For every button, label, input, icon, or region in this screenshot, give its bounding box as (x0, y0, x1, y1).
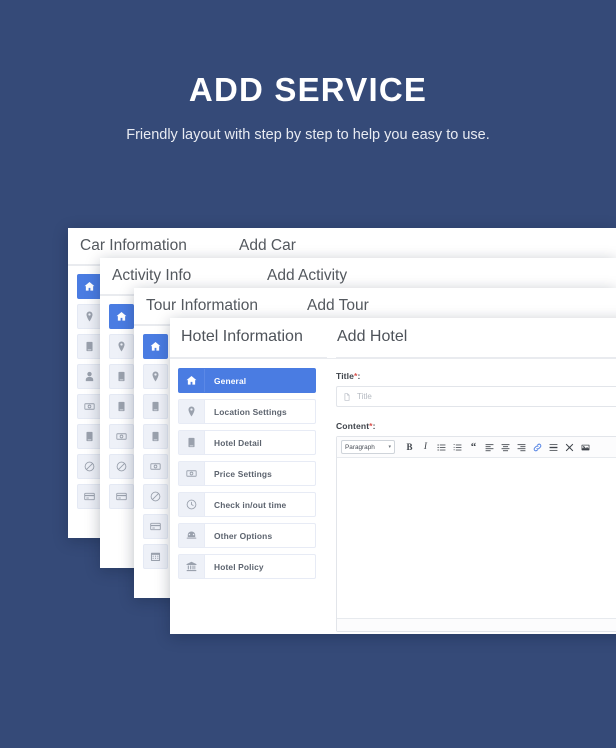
rail-item-book-icon-2[interactable] (143, 424, 168, 449)
rail-item-credit-card-icon[interactable] (109, 484, 134, 509)
italic-button[interactable]: I (420, 441, 431, 453)
chevron-down-icon: ▾ (388, 444, 391, 450)
card-activity-add-title: Add Activity (267, 267, 347, 285)
rail-item-ban-icon[interactable] (109, 454, 134, 479)
hotel-form: Title*: Title Content*: Paragraph ▾ B I (322, 359, 616, 632)
rail-item-home-icon[interactable] (143, 334, 168, 359)
page-title: ADD SERVICE (0, 0, 616, 108)
content-label-text: Content (336, 421, 369, 431)
sidebar-item-label: Hotel Detail (205, 431, 315, 454)
sidebar-item-price-settings[interactable]: Price Settings (178, 461, 316, 486)
rail-item-money-icon[interactable] (109, 424, 134, 449)
activity-icon-rail[interactable] (100, 296, 134, 517)
card-hotel-header: Hotel Information Add Hotel (170, 318, 616, 359)
title-input[interactable]: Title (336, 386, 616, 407)
editor-toolbar[interactable]: Paragraph ▾ B I “ (337, 437, 616, 458)
rail-item-calendar-icon[interactable] (143, 544, 168, 569)
book-icon (179, 431, 205, 454)
sidebar-item-hotel-detail[interactable]: Hotel Detail (178, 430, 316, 455)
card-tour-info-title: Tour Information (146, 297, 258, 315)
sidebar-item-label: Price Settings (205, 462, 315, 485)
sidebar-item-label: Location Settings (205, 400, 315, 423)
rail-item-book-icon[interactable] (109, 364, 134, 389)
bold-button[interactable]: B (404, 441, 415, 453)
bank-icon (179, 555, 205, 578)
divider-left (170, 357, 327, 358)
page-subtitle: Friendly layout with step by step to hel… (0, 108, 616, 146)
align-left-button[interactable] (484, 441, 495, 453)
title-input-placeholder: Title (357, 392, 372, 401)
align-center-button[interactable] (500, 441, 511, 453)
ordered-list-button[interactable] (452, 441, 463, 453)
sidebar-item-label: Check in/out time (205, 493, 315, 516)
card-activity-info-title: Activity Info (112, 267, 191, 285)
content-editor[interactable]: Paragraph ▾ B I “ (336, 436, 616, 632)
car-icon-rail[interactable] (68, 266, 102, 517)
card-hotel-add-title: Add Hotel (337, 328, 407, 346)
rail-item-book-icon-2[interactable] (109, 394, 134, 419)
rail-item-money-icon[interactable] (143, 454, 168, 479)
link-button[interactable] (532, 441, 543, 453)
home-icon (179, 369, 205, 392)
rail-item-book-icon[interactable] (143, 394, 168, 419)
format-select[interactable]: Paragraph ▾ (341, 440, 395, 454)
sidebar-item-hotel-policy[interactable]: Hotel Policy (178, 554, 316, 579)
sidebar-item-label: General (205, 369, 315, 392)
card-car-info-title: Car Information (80, 237, 187, 255)
format-select-value: Paragraph (345, 444, 375, 451)
card-car-add-title: Add Car (239, 237, 296, 255)
rail-item-user-icon[interactable] (77, 364, 102, 389)
map-pin-icon (179, 400, 205, 423)
title-label-colon: : (357, 371, 360, 381)
document-icon (343, 393, 351, 401)
rail-item-map-pin-icon[interactable] (143, 364, 168, 389)
hotel-sidebar-menu[interactable]: General Location Settings Hotel Detail P… (170, 359, 322, 585)
clock-icon (179, 493, 205, 516)
rail-item-book-icon-2[interactable] (77, 424, 102, 449)
rail-item-map-pin-icon[interactable] (109, 334, 134, 359)
sidebar-item-check-in-out-time[interactable]: Check in/out time (178, 492, 316, 517)
sidebar-item-label: Hotel Policy (205, 555, 315, 578)
unordered-list-button[interactable] (436, 441, 447, 453)
rail-item-money-icon[interactable] (77, 394, 102, 419)
page-root: ADD SERVICE Friendly layout with step by… (0, 0, 616, 748)
sidebar-item-other-options[interactable]: Other Options (178, 523, 316, 548)
card-tour-add-title: Add Tour (307, 297, 369, 315)
card-hotel-info-title: Hotel Information (181, 328, 303, 346)
hero-section: ADD SERVICE Friendly layout with step by… (0, 0, 616, 146)
rail-item-book-icon[interactable] (77, 334, 102, 359)
image-button[interactable] (580, 441, 591, 453)
editor-statusbar (337, 618, 616, 631)
sidebar-item-label: Other Options (205, 524, 315, 547)
rail-item-credit-card-icon[interactable] (143, 514, 168, 539)
divider-right (336, 357, 616, 358)
money-icon (179, 462, 205, 485)
rail-item-home-icon[interactable] (109, 304, 134, 329)
blockquote-button[interactable]: “ (468, 441, 479, 453)
tour-icon-rail[interactable] (134, 326, 168, 577)
align-right-button[interactable] (516, 441, 527, 453)
sidebar-item-location-settings[interactable]: Location Settings (178, 399, 316, 424)
rail-item-map-pin-icon[interactable] (77, 304, 102, 329)
card-hotel-body: General Location Settings Hotel Detail P… (170, 359, 616, 632)
rail-item-credit-card-icon[interactable] (77, 484, 102, 509)
rail-item-home-icon[interactable] (77, 274, 102, 299)
content-label-colon: : (373, 421, 376, 431)
horizontal-rule-button[interactable] (548, 441, 559, 453)
title-field-label: Title*: (336, 371, 616, 381)
content-field-label: Content*: (336, 421, 616, 431)
card-hotel-information[interactable]: Hotel Information Add Hotel General Loca… (170, 318, 616, 634)
title-label-text: Title (336, 371, 354, 381)
content-editor-textarea[interactable] (337, 458, 616, 618)
rail-item-ban-icon[interactable] (77, 454, 102, 479)
unlink-button[interactable] (564, 441, 575, 453)
sidebar-item-general[interactable]: General (178, 368, 316, 393)
options-icon (179, 524, 205, 547)
rail-item-ban-icon[interactable] (143, 484, 168, 509)
